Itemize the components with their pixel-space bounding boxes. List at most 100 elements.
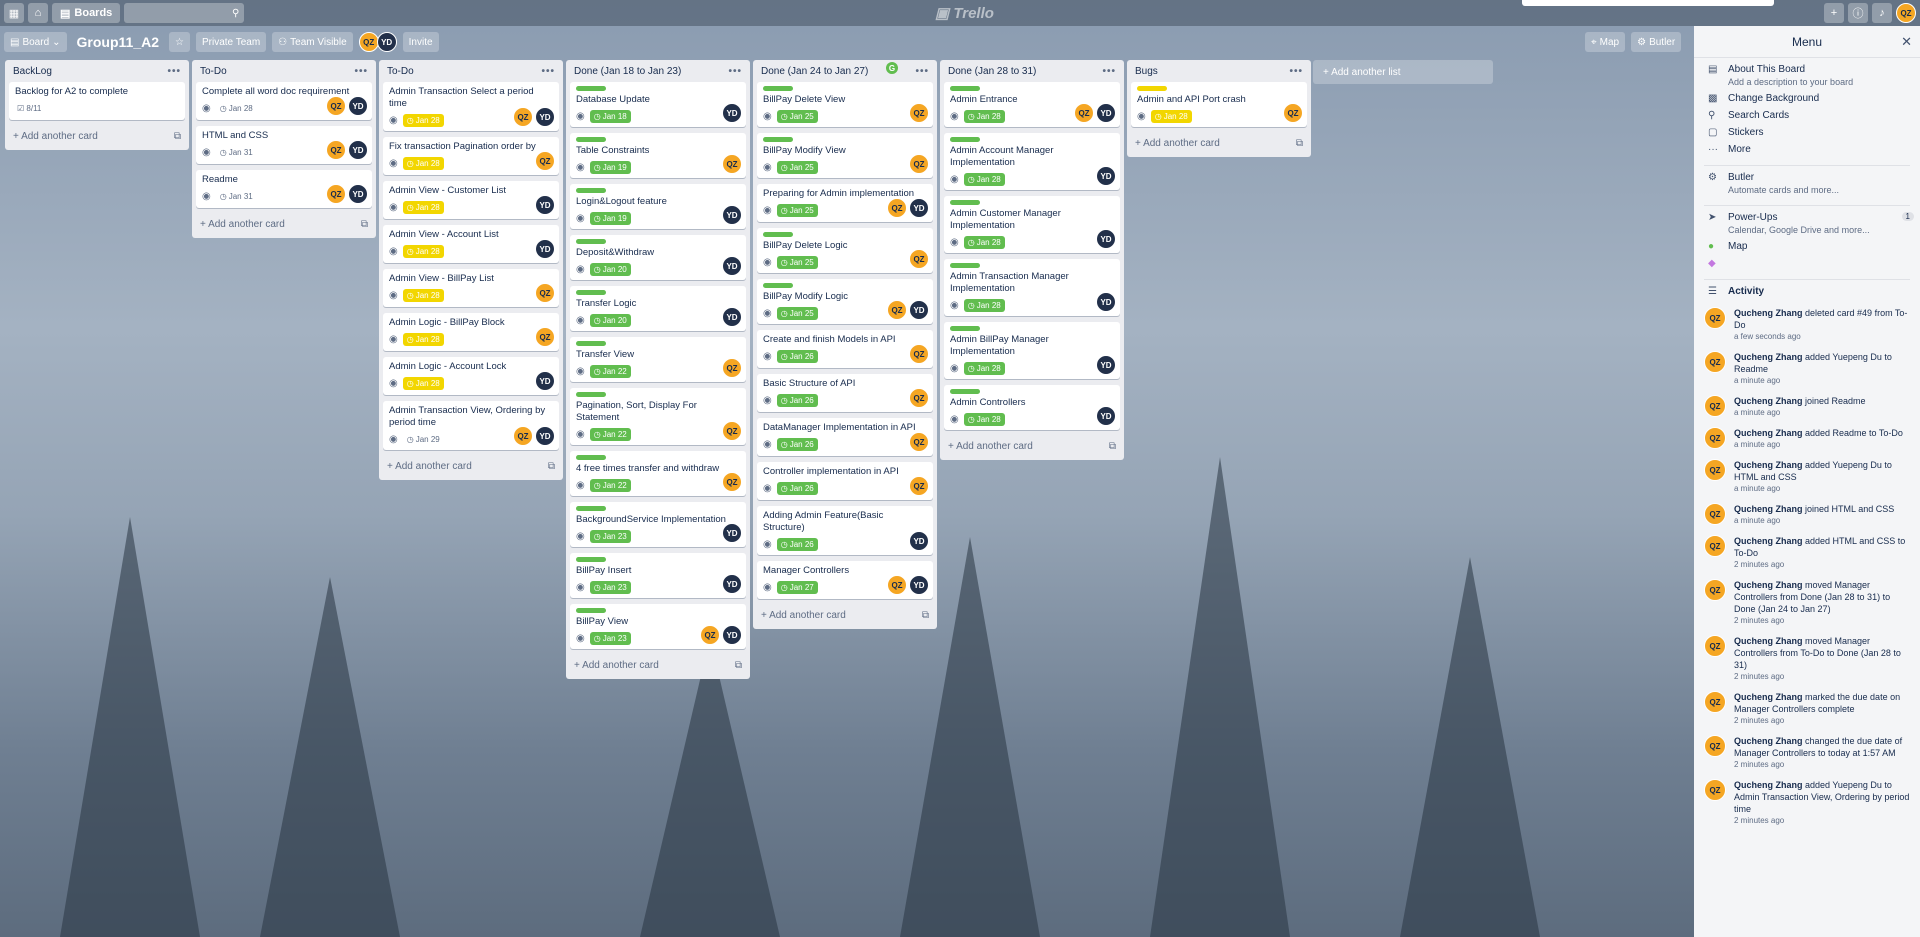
activity-avatar[interactable]: QZ: [1704, 779, 1726, 801]
member-avatar[interactable]: QZ: [513, 426, 533, 446]
due-date-badge[interactable]: ◷ Jan 28: [402, 156, 444, 170]
card[interactable]: Backlog for A2 to complete ☑ 8/11: [9, 82, 185, 120]
add-card-button[interactable]: + Add another card ⧉: [9, 126, 185, 146]
member-avatar[interactable]: YD: [535, 239, 555, 259]
member-avatar[interactable]: QZ: [326, 96, 346, 116]
activity-user[interactable]: Qucheng Zhang: [1734, 736, 1803, 746]
activity-user[interactable]: Qucheng Zhang: [1734, 536, 1803, 546]
menu-item-butler[interactable]: ⚙ Butler Automate cards and more...: [1694, 172, 1920, 195]
due-date-badge[interactable]: ◷ Jan 23: [589, 631, 631, 645]
member-avatar[interactable]: QZ: [722, 154, 742, 174]
card[interactable]: BillPay Delete Logic ◉ ◷ Jan 25 QZ: [757, 228, 933, 273]
activity-avatar[interactable]: QZ: [1704, 351, 1726, 373]
card[interactable]: Transfer Logic ◉ ◷ Jan 20 YD: [570, 286, 746, 331]
card[interactable]: Manager Controllers ◉ ◷ Jan 27 QZ YD: [757, 561, 933, 599]
due-date-badge[interactable]: ◷ Jan 25: [776, 255, 818, 269]
card[interactable]: Admin and API Port crash ◉ ◷ Jan 28 QZ: [1131, 82, 1307, 127]
member-avatar[interactable]: YD: [1096, 406, 1116, 426]
due-date-badge[interactable]: ◷ Jan 28: [402, 200, 444, 214]
due-date-badge[interactable]: ◷ Jan 28: [963, 172, 1005, 186]
due-date-badge[interactable]: ◷ Jan 26: [776, 537, 818, 551]
card[interactable]: Admin Transaction Select a period time ◉ ◷…: [383, 82, 559, 131]
due-date-badge[interactable]: ◷ Jan 28: [216, 102, 257, 115]
member-avatar[interactable]: YD: [1096, 166, 1116, 186]
list-menu-icon[interactable]: •••: [541, 66, 555, 77]
card[interactable]: Preparing for Admin implementation ◉ ◷ Jan…: [757, 184, 933, 222]
due-date-badge[interactable]: ◷ Jan 31: [216, 190, 257, 203]
member-avatar[interactable]: QZ: [1074, 103, 1094, 123]
member-avatar[interactable]: QZ: [909, 432, 929, 452]
card[interactable]: 4 free times transfer and withdraw ◉ ◷ Jan…: [570, 451, 746, 496]
due-date-badge[interactable]: ◷ Jan 25: [776, 306, 818, 320]
activity-user[interactable]: Qucheng Zhang: [1734, 396, 1803, 406]
card[interactable]: BillPay View ◉ ◷ Jan 23 QZ YD: [570, 604, 746, 649]
member-avatar[interactable]: YD: [1096, 229, 1116, 249]
member-avatar[interactable]: QZ: [722, 421, 742, 441]
close-icon[interactable]: ✕: [1901, 34, 1912, 50]
card[interactable]: Admin View - Customer List ◉ ◷ Jan 28 YD: [383, 181, 559, 219]
card[interactable]: Admin Logic - Account Lock ◉ ◷ Jan 28 YD: [383, 357, 559, 395]
member-avatar[interactable]: YD: [722, 205, 742, 225]
member-avatar[interactable]: YD: [1096, 103, 1116, 123]
due-date-badge[interactable]: ◷ Jan 18: [589, 109, 631, 123]
add-card-button[interactable]: + Add another card ⧉: [196, 214, 372, 234]
list-title[interactable]: Done (Jan 18 to Jan 23): [574, 66, 681, 77]
activity-avatar[interactable]: QZ: [1704, 579, 1726, 601]
card[interactable]: Complete all word doc requirement ◉ ◷ Jan …: [196, 82, 372, 120]
add-card-button[interactable]: + Add another card ⧉: [1131, 133, 1307, 153]
member-avatar[interactable]: QZ: [326, 184, 346, 204]
list-menu-icon[interactable]: •••: [728, 66, 742, 77]
template-icon[interactable]: ⧉: [922, 610, 929, 621]
member-avatar[interactable]: QZ: [722, 358, 742, 378]
activity-user[interactable]: Qucheng Zhang: [1734, 580, 1803, 590]
board-title[interactable]: Group11_A2: [77, 34, 159, 50]
due-date-badge[interactable]: ◷ Jan 26: [776, 481, 818, 495]
member-avatar[interactable]: YD: [722, 103, 742, 123]
due-date-badge[interactable]: ◷ Jan 25: [776, 109, 818, 123]
template-icon[interactable]: ⧉: [1109, 441, 1116, 452]
member-avatar[interactable]: QZ: [909, 476, 929, 496]
due-date-badge[interactable]: ◷ Jan 27: [776, 580, 818, 594]
due-date-badge[interactable]: ◷ Jan 28: [402, 376, 444, 390]
list-menu-icon[interactable]: •••: [915, 66, 929, 77]
activity-user[interactable]: Qucheng Zhang: [1734, 352, 1803, 362]
card[interactable]: BillPay Modify View ◉ ◷ Jan 25 QZ: [757, 133, 933, 178]
member-avatar[interactable]: YD: [909, 575, 929, 595]
member-avatar[interactable]: YD: [722, 523, 742, 543]
card[interactable]: Deposit&Withdraw ◉ ◷ Jan 20 YD: [570, 235, 746, 280]
due-date-badge[interactable]: ◷ Jan 25: [776, 203, 818, 217]
due-date-badge[interactable]: ◷ Jan 28: [963, 235, 1005, 249]
create-icon[interactable]: +: [1824, 3, 1844, 23]
menu-item-stickers[interactable]: ▢ Stickers: [1694, 127, 1920, 138]
card[interactable]: BillPay Modify Logic ◉ ◷ Jan 25 QZ YD: [757, 279, 933, 324]
member-avatar[interactable]: QZ: [909, 103, 929, 123]
member-avatar[interactable]: YD: [722, 574, 742, 594]
due-date-badge[interactable]: ◷ Jan 20: [589, 262, 631, 276]
add-card-button[interactable]: + Add another card ⧉: [944, 436, 1120, 456]
add-list-button[interactable]: + Add another list: [1313, 60, 1493, 84]
card[interactable]: BillPay Insert ◉ ◷ Jan 23 YD: [570, 553, 746, 598]
member-avatar[interactable]: YD: [909, 300, 929, 320]
add-card-button[interactable]: + Add another card ⧉: [383, 456, 559, 476]
card[interactable]: DataManager Implementation in API ◉ ◷ Jan …: [757, 418, 933, 456]
activity-avatar[interactable]: QZ: [1704, 535, 1726, 557]
menu-item-more[interactable]: ··· More: [1694, 144, 1920, 155]
member-avatar[interactable]: QZ: [535, 283, 555, 303]
member-avatar[interactable]: YD: [348, 140, 368, 160]
team-button[interactable]: Private Team: [195, 32, 267, 52]
due-date-badge[interactable]: ◷ Jan 26: [776, 437, 818, 451]
due-date-badge[interactable]: ◷ Jan 28: [402, 244, 444, 258]
card[interactable]: HTML and CSS ◉ ◷ Jan 31 QZ YD: [196, 126, 372, 164]
user-avatar[interactable]: QZ: [1896, 3, 1916, 23]
due-date-badge[interactable]: ◷ Jan 22: [589, 364, 631, 378]
member-avatar[interactable]: YD: [1096, 355, 1116, 375]
activity-user[interactable]: Qucheng Zhang: [1734, 780, 1803, 790]
activity-user[interactable]: Qucheng Zhang: [1734, 636, 1803, 646]
template-icon[interactable]: ⧉: [735, 660, 742, 671]
list-title[interactable]: BackLog: [13, 66, 52, 77]
card[interactable]: Admin Transaction Manager Implementation…: [944, 259, 1120, 316]
card[interactable]: Pagination, Sort, Display For Statement ◉…: [570, 388, 746, 445]
boards-button[interactable]: ▤ Boards: [52, 3, 121, 23]
card[interactable]: Admin Controllers ◉ ◷ Jan 28 YD: [944, 385, 1120, 430]
activity-avatar[interactable]: QZ: [1704, 735, 1726, 757]
